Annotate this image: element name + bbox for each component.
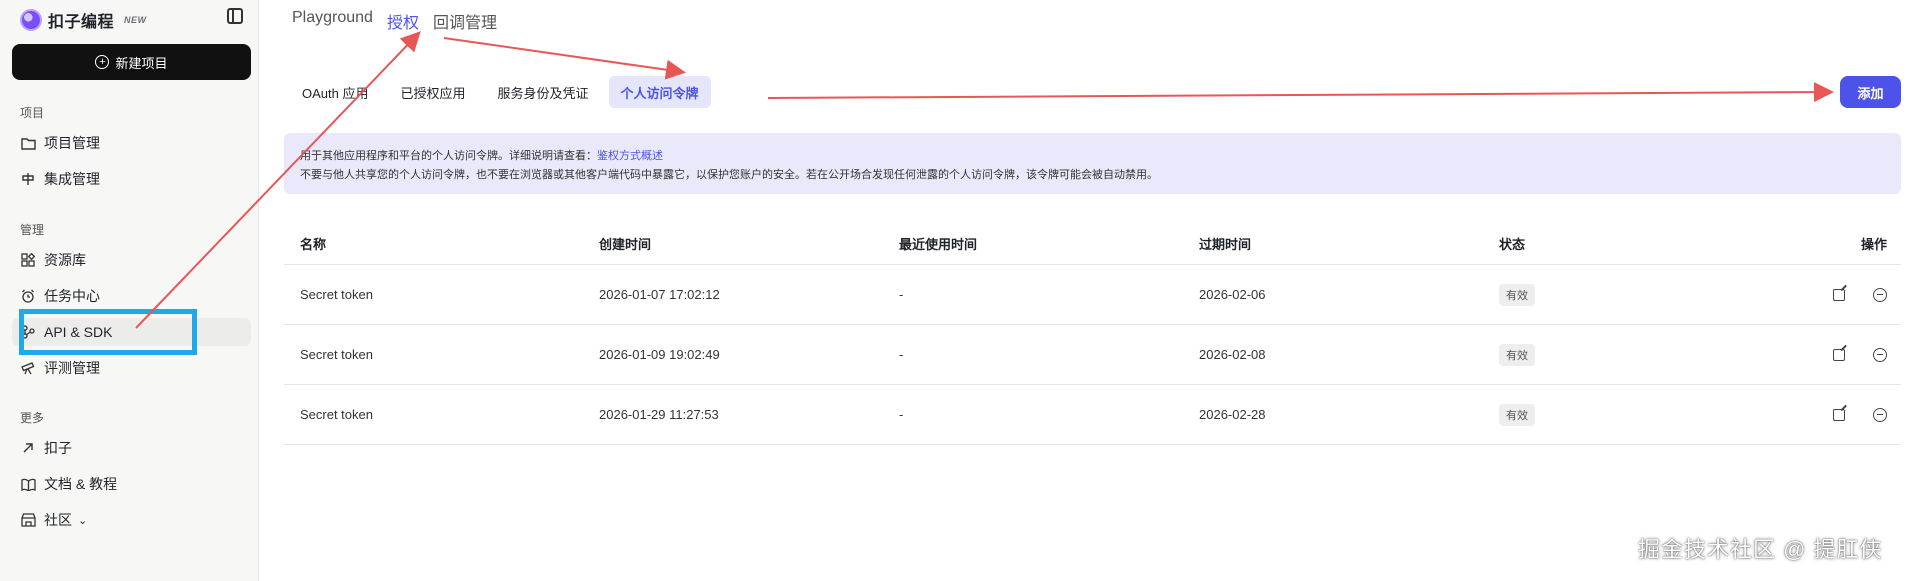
telescope-icon — [20, 360, 36, 376]
sidebar: 扣子编程 NEW + 新建项目 项目 项目管理 集成管理 管理 资源库 任务中心 — [0, 0, 259, 581]
watermark: 掘金技术社区 @ 提肛侠 — [1638, 537, 1883, 562]
column-header-name: 名称 — [300, 236, 327, 252]
tab-authorization[interactable]: 授权 — [387, 9, 419, 33]
annotation-highlight-box — [19, 309, 197, 355]
edit-icon[interactable] — [1833, 408, 1845, 421]
notice-text: 用于其他应用程序和平台的个人访问令牌。详细说明请查看： — [300, 150, 597, 162]
community-icon — [20, 512, 36, 528]
edit-icon[interactable] — [1833, 288, 1845, 301]
sidebar-item-integration[interactable]: 集成管理 — [12, 165, 251, 193]
status-badge: 有效 — [1499, 283, 1535, 306]
sidebar-item-label: 资源库 — [44, 252, 86, 268]
token-name: Secret token — [300, 287, 373, 302]
subtab-oauth-apps[interactable]: OAuth 应用 — [290, 76, 380, 108]
plus-circle-icon: + — [95, 55, 110, 69]
token-name: Secret token — [300, 347, 373, 362]
table-row: Secret token 2026-01-09 19:02:49 - 2026-… — [284, 325, 1901, 385]
brand-name: 扣子编程 — [48, 14, 115, 31]
table-row: Secret token 2026-01-07 17:02:12 - 2026-… — [284, 265, 1901, 325]
token-expires: 2026-02-28 — [1199, 407, 1266, 422]
info-notice: 用于其他应用程序和平台的个人访问令牌。详细说明请查看：鉴权方式概述 不要与他人共… — [284, 133, 1901, 194]
token-actions — [1783, 287, 1901, 302]
subtab-personal-access-token[interactable]: 个人访问令牌 — [608, 76, 711, 108]
auth-overview-link[interactable]: 鉴权方式概述 — [597, 150, 663, 162]
sidebar-item-label: 扣子 — [44, 440, 72, 456]
sidebar-item-evaluation[interactable]: 评测管理 — [12, 354, 251, 382]
notice-line-1: 用于其他应用程序和平台的个人访问令牌。详细说明请查看：鉴权方式概述 — [300, 147, 1885, 166]
column-header-actions-label: 操作 — [1860, 236, 1887, 252]
token-status-cell: 有效 — [1483, 403, 1783, 426]
notice-line-2: 不要与他人共享您的个人访问令牌，也不要在浏览器或其他客户端代码中暴露它，以保护您… — [300, 169, 1158, 181]
sidebar-item-label: 社区 — [44, 512, 72, 528]
tab-playground[interactable]: Playground — [292, 9, 373, 33]
token-status-cell: 有效 — [1483, 283, 1783, 306]
sidebar-item-coze[interactable]: 扣子 — [12, 434, 251, 462]
add-button[interactable]: 添加 — [1840, 76, 1901, 108]
token-actions — [1783, 347, 1901, 362]
edit-icon[interactable] — [1833, 348, 1845, 361]
column-header-last-used: 最近使用时间 — [899, 236, 978, 252]
sidebar-item-label: 集成管理 — [44, 171, 100, 187]
sidebar-item-project-manage[interactable]: 项目管理 — [12, 129, 251, 157]
section-title-manage: 管理 — [20, 223, 45, 237]
new-badge: NEW — [124, 15, 147, 25]
token-created: 2026-01-29 11:27:53 — [599, 407, 719, 422]
annotation-arrow-to-pat — [443, 37, 686, 80]
coze-logo-icon — [20, 9, 42, 31]
disable-icon[interactable] — [1873, 407, 1887, 422]
sidebar-item-community[interactable]: 社区 ⌄ — [12, 506, 251, 534]
sub-tabs: OAuth 应用 已授权应用 服务身份及凭证 个人访问令牌 — [290, 76, 711, 108]
status-badge: 有效 — [1499, 343, 1535, 366]
table-header: 名称 创建时间 最近使用时间 过期时间 状态 操作 — [284, 222, 1901, 265]
sidebar-item-docs[interactable]: 文档 & 教程 — [12, 470, 251, 498]
column-header-created: 创建时间 — [599, 236, 652, 252]
disable-icon[interactable] — [1873, 287, 1887, 302]
new-project-label: 新建项目 — [115, 55, 168, 71]
brand[interactable]: 扣子编程 NEW — [20, 6, 147, 34]
arrow-up-right-icon — [20, 440, 36, 456]
token-expires: 2026-02-08 — [1199, 347, 1266, 362]
folder-icon — [20, 135, 36, 151]
disable-icon[interactable] — [1873, 347, 1887, 362]
token-name: Secret token — [300, 407, 373, 422]
token-actions — [1783, 407, 1901, 422]
status-badge: 有效 — [1499, 403, 1535, 426]
column-header-expires: 过期时间 — [1199, 236, 1252, 252]
column-header-actions: 操作 — [1783, 234, 1901, 253]
token-status-cell: 有效 — [1483, 343, 1783, 366]
token-created: 2026-01-07 17:02:12 — [599, 287, 720, 302]
token-last-used: - — [899, 407, 904, 422]
token-last-used: - — [899, 347, 904, 362]
new-project-button[interactable]: + 新建项目 — [12, 44, 251, 80]
column-header-status: 状态 — [1499, 236, 1526, 252]
library-icon — [20, 252, 36, 268]
annotation-arrow-to-add — [767, 82, 1834, 103]
section-title-project: 项目 — [20, 106, 45, 120]
alarm-icon — [20, 288, 36, 304]
subtab-authorized-apps[interactable]: 已授权应用 — [388, 76, 477, 108]
token-created: 2026-01-09 19:02:49 — [599, 347, 720, 362]
tab-callback-management[interactable]: 回调管理 — [433, 9, 497, 33]
sidebar-item-label: 评测管理 — [44, 360, 100, 376]
token-expires: 2026-02-06 — [1199, 287, 1266, 302]
sidebar-item-label: 任务中心 — [44, 288, 100, 304]
sidebar-item-label: 文档 & 教程 — [44, 476, 118, 492]
integration-icon — [20, 171, 36, 187]
token-last-used: - — [899, 287, 904, 302]
sidebar-toggle-icon[interactable] — [227, 8, 243, 24]
sidebar-item-library[interactable]: 资源库 — [12, 246, 251, 274]
sidebar-item-label: 项目管理 — [44, 135, 100, 151]
section-title-more: 更多 — [20, 411, 45, 425]
sidebar-item-task-center[interactable]: 任务中心 — [12, 282, 251, 310]
book-icon — [20, 476, 36, 492]
table-row: Secret token 2026-01-29 11:27:53 - 2026-… — [284, 385, 1901, 445]
token-table: 名称 创建时间 最近使用时间 过期时间 状态 操作 Secret token 2… — [284, 222, 1901, 445]
chevron-down-icon: ⌄ — [78, 514, 88, 527]
top-tabs: Playground 授权 回调管理 — [292, 9, 497, 33]
subtab-service-identity[interactable]: 服务身份及凭证 — [485, 76, 600, 108]
